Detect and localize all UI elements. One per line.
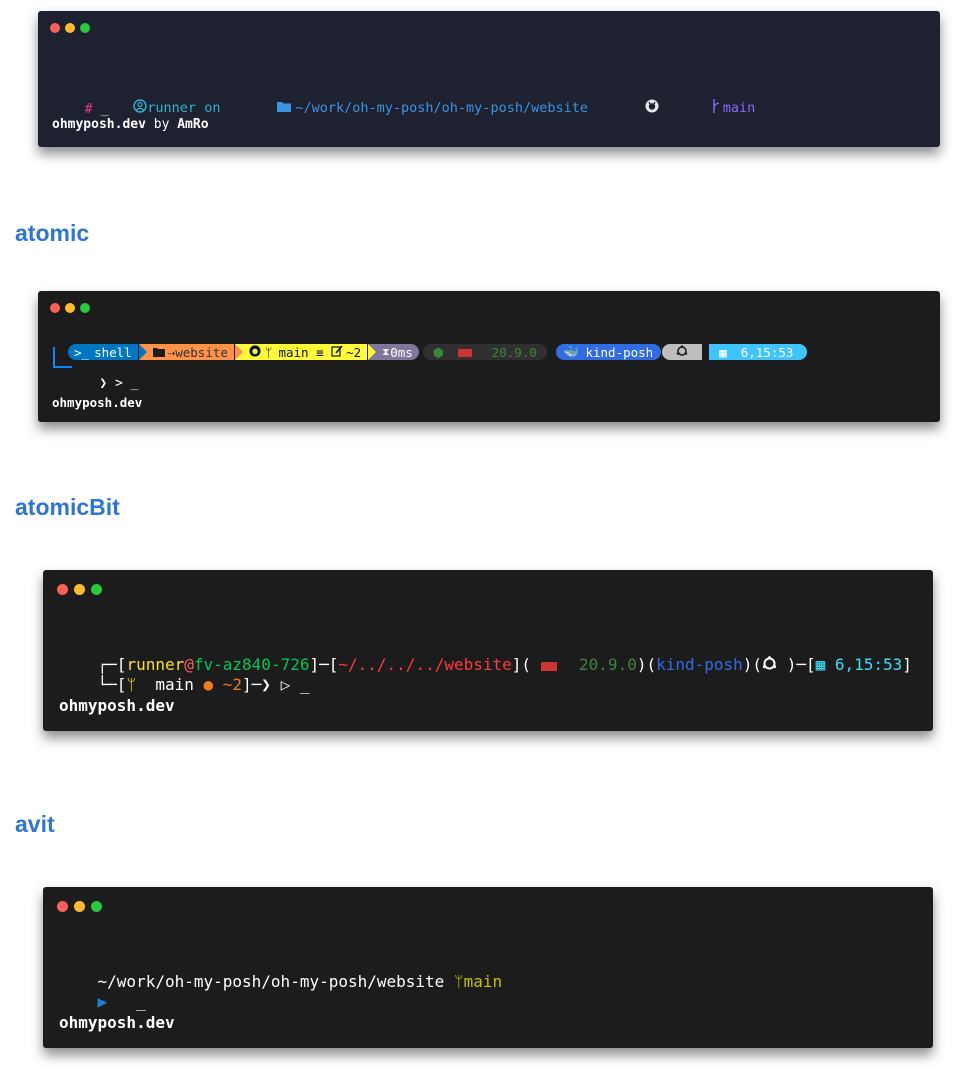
cursor: _ <box>136 992 146 1011</box>
prompt-arrow-icon: ❯ <box>99 376 108 391</box>
path-segment: ⇢ website <box>146 344 234 360</box>
maximize-dot[interactable] <box>80 303 90 313</box>
github-icon <box>249 344 261 360</box>
ubuntu-icon <box>676 344 688 360</box>
terminal-window-avit: ~/work/oh-my-posh/oh-my-posh/website ᛘma… <box>43 887 933 1048</box>
segment-arrow-icon <box>138 344 147 360</box>
kube-context: kind-posh <box>585 344 654 360</box>
branch-name: main <box>278 344 309 360</box>
time-segment: ▦ 6,15:53 <box>709 344 808 360</box>
exec-time: 0ms <box>390 344 413 360</box>
on-text: on <box>196 100 229 116</box>
play-icon: ▷ <box>280 675 291 694</box>
branch-icon <box>663 83 721 133</box>
ubuntu-icon <box>762 656 777 675</box>
changes-count: ~2 <box>222 675 243 694</box>
npm-icon <box>541 656 558 675</box>
terminal-prompt-icon: >_ <box>74 344 90 360</box>
minimize-dot[interactable] <box>74 901 85 912</box>
theme-heading-avit[interactable]: avit <box>15 811 55 838</box>
hourglass-icon: ⧗ <box>382 346 390 358</box>
path-text: ~/../../../website <box>338 655 512 674</box>
segment-arrow-icon <box>234 344 243 360</box>
site-name: ohmyposh.dev <box>52 395 143 410</box>
footer-credit: ohmyposh.dev <box>52 395 142 410</box>
time-text: 6,15:53 <box>834 655 903 674</box>
window-controls <box>50 23 90 33</box>
changes-count: ~2 <box>346 344 362 360</box>
maximize-dot[interactable] <box>80 23 90 33</box>
calendar-icon: ▦ <box>719 344 727 360</box>
terminal-window-default: runner on ~/work/oh-my-posh/oh-my-posh/w… <box>38 11 940 147</box>
close-dot[interactable] <box>57 901 68 912</box>
folder-icon <box>152 345 165 360</box>
site-name: ohmyposh.dev <box>59 696 175 715</box>
shell-name: shell <box>94 344 132 360</box>
cursor: _ <box>100 101 109 117</box>
frame-corner-icon: └─[ <box>97 675 127 694</box>
folder-icon <box>229 84 292 132</box>
node-version: 20.9.0 <box>491 344 537 360</box>
calendar-icon: ▦ <box>815 655 835 674</box>
branch-status: ≡ <box>316 344 324 360</box>
shell-segment: >_ shell <box>68 344 138 360</box>
branch-name: main <box>463 972 503 991</box>
theme-heading-atomicbit[interactable]: atomicBit <box>15 494 120 521</box>
user-name: runner <box>147 100 197 116</box>
git-segment: ᛘ main ≡ ~2 <box>242 344 368 360</box>
theme-heading-atomic[interactable]: atomic <box>15 220 89 247</box>
author-name: AmRo <box>177 117 209 132</box>
kube-context: kind-posh <box>656 655 743 674</box>
path-text: website <box>175 344 228 360</box>
close-dot[interactable] <box>57 584 68 595</box>
node-icon: ⬢ <box>432 344 444 360</box>
branch-icon: ᛘ <box>264 344 273 360</box>
time-text: 6,15:53 <box>740 344 794 360</box>
npm-icon <box>457 345 472 360</box>
node-segment: ⬢ 20.9.0 <box>422 344 547 360</box>
path-text: ~/work/oh-my-posh/oh-my-posh/website <box>97 972 445 991</box>
window-controls <box>57 584 102 595</box>
site-name: ohmyposh.dev <box>52 117 146 132</box>
by-text: by <box>145 117 178 132</box>
powerline-segments: >_ shell ⇢ website ᛘ main ≡ ~2 ⧗ 0ms ⬢ 20.9.0… <box>68 344 808 360</box>
status-dot-icon: ● <box>203 675 214 694</box>
path-text: ~/work/oh-my-posh/oh-my-posh/website <box>295 100 588 116</box>
terminal-window-atomicbit: ┌─[runner@fv-az840-726]─[~/../../../webs… <box>43 570 933 731</box>
terminal-window-atomic: >_ shell ⇢ website ᛘ main ≡ ~2 ⧗ 0ms ⬢ 20.9.0… <box>38 291 940 422</box>
prompt-arrow-icon: ❯ <box>261 675 271 694</box>
close-dot[interactable] <box>50 303 60 313</box>
cursor: _ <box>299 675 310 694</box>
minimize-dot[interactable] <box>74 584 85 595</box>
maximize-dot[interactable] <box>91 901 102 912</box>
prompt-triangle-icon: ▶ <box>97 992 108 1011</box>
window-controls <box>57 901 102 912</box>
cursor: _ <box>130 376 139 391</box>
prompt-char: > <box>114 376 123 391</box>
exec-time-segment: ⧗ 0ms <box>376 344 419 360</box>
footer-credit: ohmyposh.dev <box>59 1013 175 1032</box>
footer-credit: ohmyposh.dev by AmRo <box>52 117 209 132</box>
segment-arrow-icon <box>368 344 377 360</box>
github-icon <box>596 83 659 133</box>
os-segment <box>662 344 703 360</box>
close-dot[interactable] <box>50 23 60 33</box>
branch-icon: ᛘ <box>126 675 156 694</box>
kubectl-segment: 🐳 kind-posh <box>555 344 662 360</box>
footer-credit: ohmyposh.dev <box>59 696 175 715</box>
branch-icon: ᛘ <box>453 972 464 991</box>
minimize-dot[interactable] <box>65 23 75 33</box>
docker-icon: 🐳 <box>563 344 580 359</box>
window-controls <box>50 303 90 313</box>
path-arrow-icon: ⇢ <box>167 344 176 360</box>
branch-name: main <box>722 100 756 116</box>
site-name: ohmyposh.dev <box>59 1013 175 1032</box>
edit-icon <box>331 345 343 360</box>
minimize-dot[interactable] <box>65 303 75 313</box>
prompt-line-1: runner on ~/work/oh-my-posh/oh-my-posh/w… <box>52 67 755 147</box>
prompt-char: # <box>84 101 93 117</box>
maximize-dot[interactable] <box>91 584 102 595</box>
branch-name: main <box>155 675 194 694</box>
node-version: 20.9.0 <box>579 655 637 674</box>
